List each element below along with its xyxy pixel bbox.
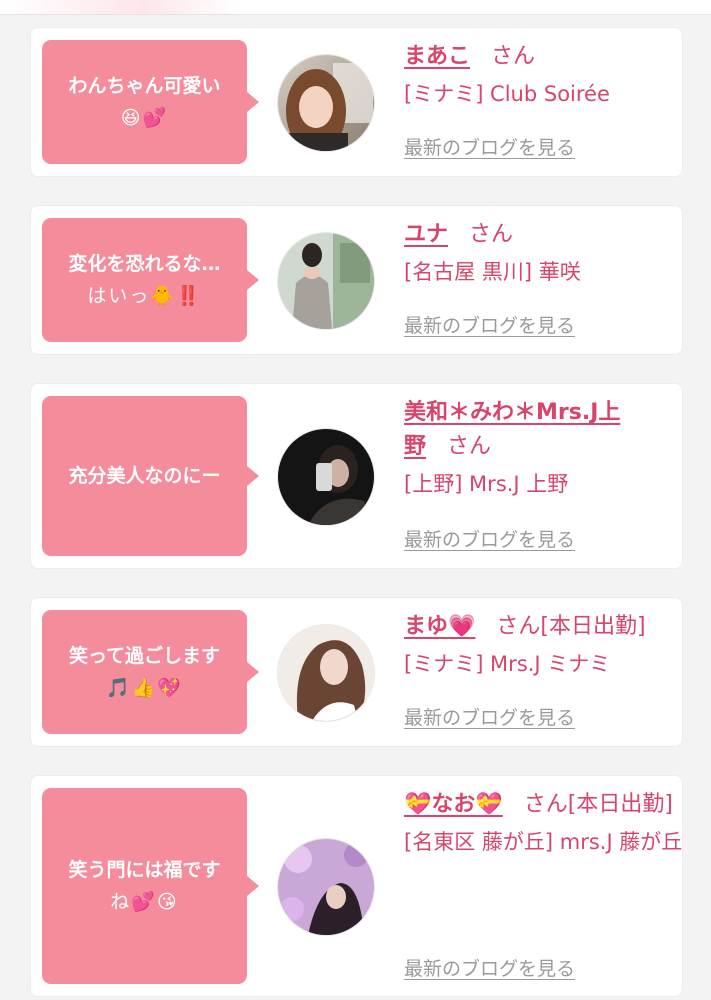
latest-blog-link[interactable]: 最新のブログを見る <box>404 954 575 981</box>
avatar[interactable] <box>277 54 375 152</box>
top-bar-accent <box>0 0 240 14</box>
latest-blog-link[interactable]: 最新のブログを見る <box>404 525 575 552</box>
girl-name-link[interactable]: 美和＊みわ＊Mrs.J上野 <box>404 400 620 459</box>
comment-emoji: 🎵👍💖 <box>106 677 183 699</box>
avatar-photo <box>278 429 374 525</box>
comment-bubble: 変化を恐れるな… はいっ🐥‼️ <box>42 218 259 342</box>
avatar[interactable] <box>277 838 375 936</box>
avatar-photo <box>278 233 374 329</box>
blog-card: 変化を恐れるな… はいっ🐥‼️ ユナ さん [名古屋 黒川] 華咲 最新のブログ… <box>31 206 682 354</box>
avatar-photo <box>278 839 374 935</box>
name-suffix: さん <box>447 434 492 459</box>
girl-info: まゆ💗 さん[本日出勤] [ミナミ] Mrs.J ミナミ <box>404 610 694 680</box>
girl-name-link[interactable]: まゆ💗 <box>404 614 475 639</box>
comment-bubble: 笑う門には福です ね💕😘 <box>42 788 259 984</box>
blog-card: 笑う門には福です ね💕😘 💝なお💝 さん[本日出勤] [名東区 藤が丘] mrs… <box>31 776 682 996</box>
name-suffix: さん <box>491 44 536 69</box>
avatar[interactable] <box>277 624 375 722</box>
latest-blog-link[interactable]: 最新のブログを見る <box>404 311 575 338</box>
name-line: まゆ💗 さん[本日出勤] <box>404 610 694 644</box>
comment-emoji: 😆💕 <box>120 107 169 129</box>
avatar-photo <box>278 55 374 151</box>
blog-card: 笑って過ごします 🎵👍💖 まゆ💗 さん[本日出勤] [ミナミ] Mrs.J ミナ… <box>31 598 682 746</box>
name-suffix: さん <box>469 222 514 247</box>
name-line: ユナ さん <box>404 218 679 252</box>
name-line: 美和＊みわ＊Mrs.J上野 さん <box>404 396 679 464</box>
girl-info: 美和＊みわ＊Mrs.J上野 さん [上野] Mrs.J 上野 <box>404 396 679 500</box>
girl-name-link[interactable]: まあこ <box>404 44 470 69</box>
latest-blog-link[interactable]: 最新のブログを見る <box>404 703 575 730</box>
shop-name: [名東区 藤が丘] mrs.J 藤が丘 <box>404 830 683 854</box>
girl-info: ユナ さん [名古屋 黒川] 華咲 <box>404 218 679 288</box>
shop-name: [ミナミ] Mrs.J ミナミ <box>404 652 611 676</box>
avatar[interactable] <box>277 232 375 330</box>
comment-text: 笑って過ごします <box>68 645 221 667</box>
comment-text: 変化を恐れるな… <box>68 253 221 275</box>
comment-bubble: わんちゃん可愛い 😆💕 <box>42 40 259 164</box>
girl-name-link[interactable]: ユナ <box>404 222 448 247</box>
shop-name: [名古屋 黒川] 華咲 <box>404 260 581 284</box>
comment-text: わんちゃん可愛い <box>68 75 221 97</box>
comment-bubble: 笑って過ごします 🎵👍💖 <box>42 610 259 734</box>
comment-text: 充分美人なのにー <box>68 465 221 487</box>
blog-card: わんちゃん可愛い 😆💕 まあこ さん [ミナミ] Club Soirée 最新の… <box>31 28 682 176</box>
comment-emoji: ね💕😘 <box>110 891 179 913</box>
shop-name: [上野] Mrs.J 上野 <box>404 472 569 496</box>
top-bar <box>0 0 711 15</box>
comment-emoji: はいっ🐥‼️ <box>87 285 202 307</box>
comment-bubble: 充分美人なのにー <box>42 396 259 556</box>
avatar[interactable] <box>277 428 375 526</box>
avatar-photo <box>278 625 374 721</box>
girl-info: 💝なお💝 さん[本日出勤] [名東区 藤が丘] mrs.J 藤が丘 <box>404 788 694 858</box>
name-line: 💝なお💝 さん[本日出勤] <box>404 788 694 822</box>
girl-name-link[interactable]: 💝なお💝 <box>404 792 503 817</box>
blog-card: 充分美人なのにー 美和＊みわ＊Mrs.J上野 さん [上野] Mrs.J 上野 … <box>31 384 682 568</box>
comment-text: 笑う門には福です <box>68 859 221 881</box>
shop-name: [ミナミ] Club Soirée <box>404 82 610 106</box>
name-suffix: さん[本日出勤] <box>496 614 646 639</box>
name-line: まあこ さん <box>404 40 679 74</box>
girl-info: まあこ さん [ミナミ] Club Soirée <box>404 40 679 110</box>
name-suffix: さん[本日出勤] <box>523 792 673 817</box>
latest-blog-link[interactable]: 最新のブログを見る <box>404 133 575 160</box>
